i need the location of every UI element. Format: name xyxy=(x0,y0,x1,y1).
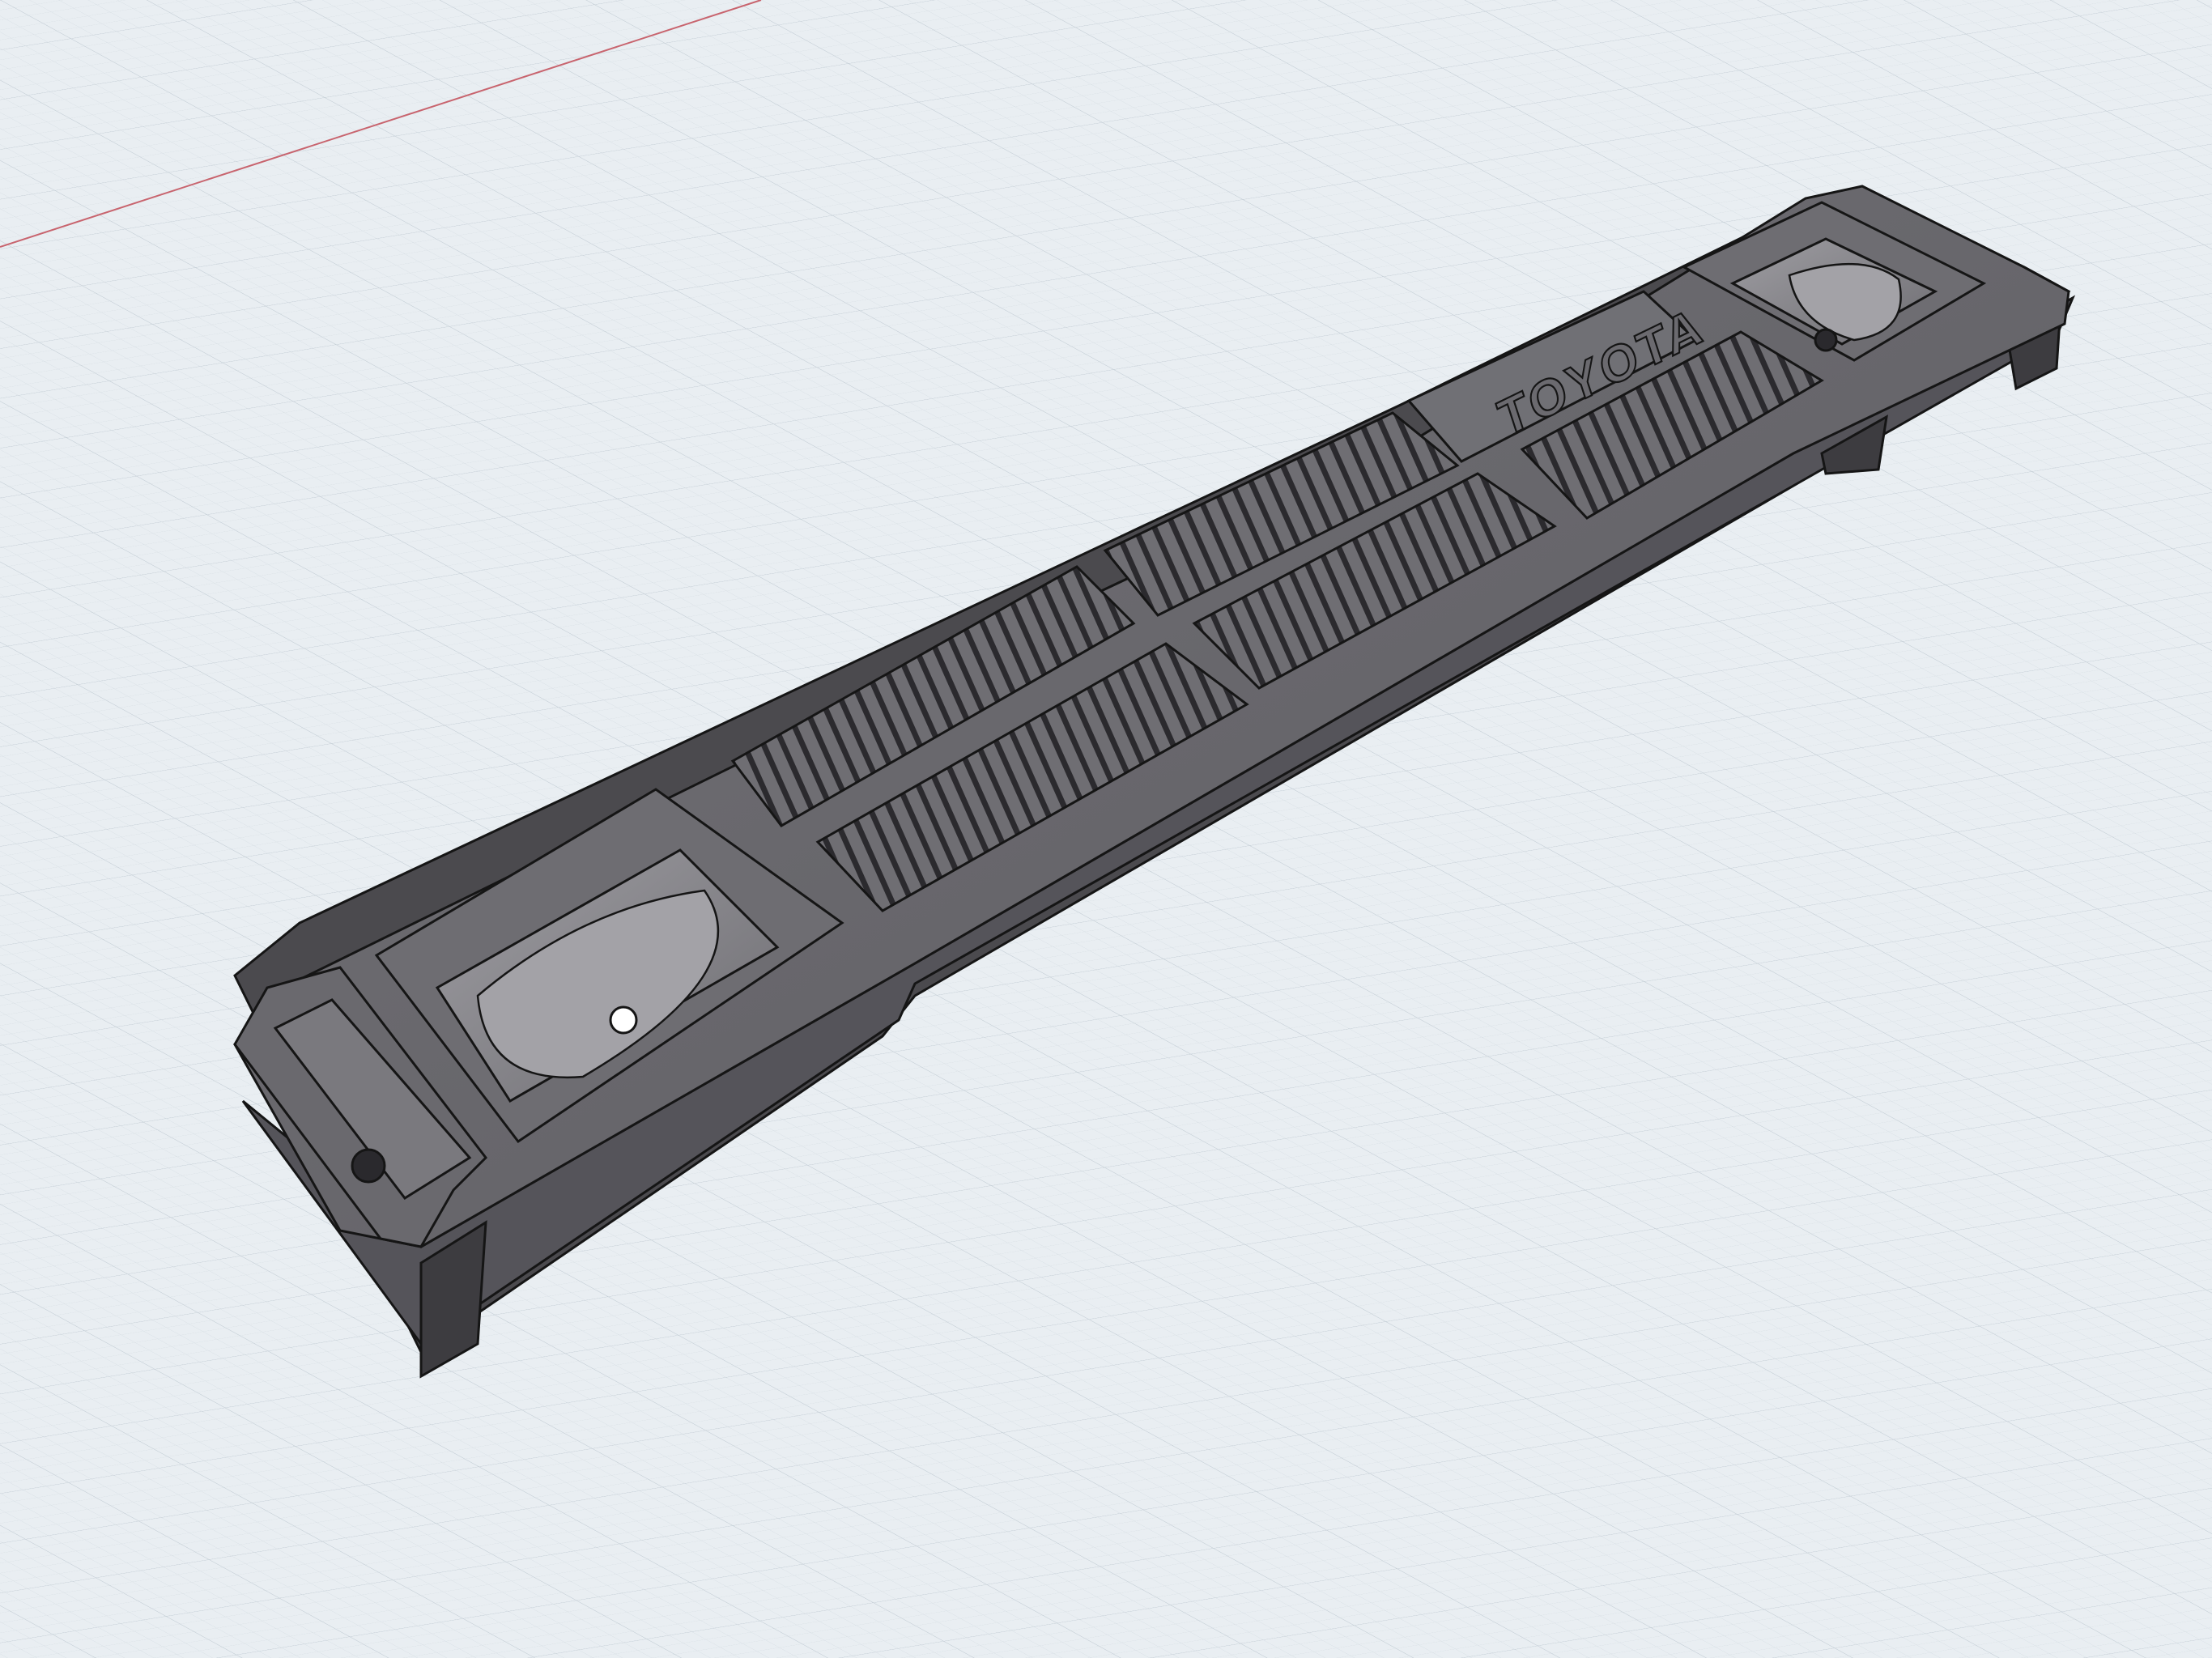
right-mount-hole[interactable] xyxy=(1814,328,1838,352)
3d-viewport[interactable]: TOYOTA xyxy=(0,0,2212,1658)
left-end-hole[interactable] xyxy=(351,1148,386,1184)
left-mount-hole[interactable] xyxy=(609,1005,638,1035)
viewport-canvas[interactable]: TOYOTA xyxy=(0,0,2212,1658)
